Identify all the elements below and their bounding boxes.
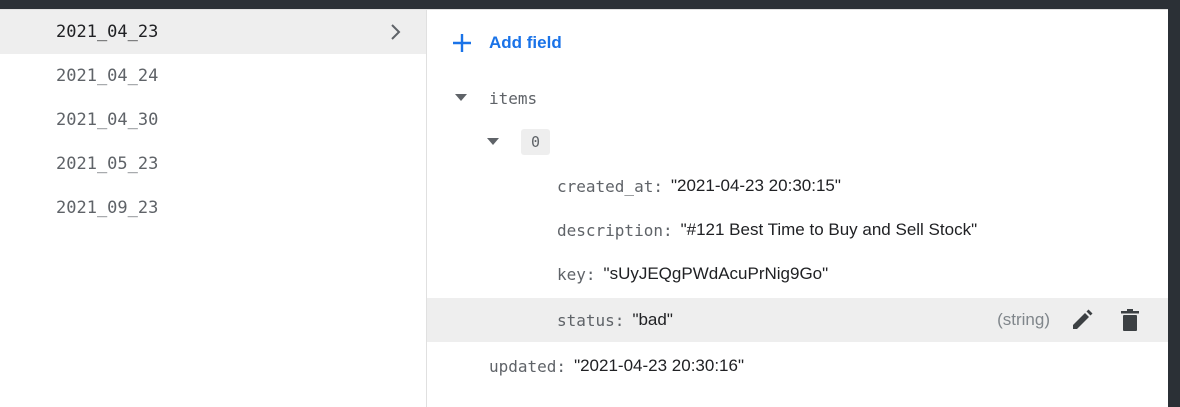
firestore-panel: 2021_04_23 2021_04_24 2021_04_30 2021_05… (0, 9, 1168, 407)
document-item-2021-09-23[interactable]: 2021_09_23 (0, 186, 426, 230)
document-item-2021-04-24[interactable]: 2021_04_24 (0, 54, 426, 98)
chevron-right-icon (391, 24, 401, 40)
field-key: description: (557, 220, 673, 240)
plus-icon (453, 34, 471, 52)
add-field-label: Add field (489, 33, 562, 52)
document-list: 2021_04_23 2021_04_24 2021_04_30 2021_05… (0, 10, 427, 407)
field-row-description[interactable]: description: "#121 Best Time to Buy and … (427, 208, 1168, 252)
scrollbar[interactable] (1168, 9, 1180, 406)
field-key: key: (557, 264, 596, 284)
caret-down-icon[interactable] (487, 138, 499, 146)
document-name: 2021_04_30 (56, 110, 159, 130)
field-row-items[interactable]: items (427, 76, 1168, 120)
field-key: created_at: (557, 176, 663, 196)
field-value: "2021-04-23 20:30:16" (574, 356, 744, 375)
field-value: "2021-04-23 20:30:15" (670, 176, 841, 195)
field-row-updated[interactable]: updated: "2021-04-23 20:30:16" (427, 344, 1168, 388)
document-item-2021-05-23[interactable]: 2021_05_23 (0, 142, 426, 186)
field-value: "sUyJEQgPWdAcuPrNig9Go" (603, 264, 829, 283)
array-index-chip: 0 (521, 129, 551, 155)
document-name: 2021_04_23 (56, 22, 159, 42)
field-row-created-at[interactable]: created_at: "2021-04-23 20:30:15" (427, 164, 1168, 208)
document-name: 2021_04_24 (56, 66, 159, 86)
field-panel: Add field items 0 created_at: "2021-04-2… (427, 10, 1168, 407)
add-field-button[interactable]: Add field (451, 28, 562, 58)
field-key-items: items (489, 88, 538, 108)
document-item-2021-04-30[interactable]: 2021_04_30 (0, 98, 426, 142)
trash-icon[interactable] (1118, 308, 1142, 332)
field-type-hint: (string) (997, 310, 1050, 329)
field-key: status: (557, 310, 625, 330)
field-key: updated: (489, 356, 567, 376)
field-row-index-0[interactable]: 0 (427, 120, 1168, 164)
document-name: 2021_09_23 (56, 198, 159, 218)
document-name: 2021_05_23 (56, 154, 159, 174)
field-row-key[interactable]: key: "sUyJEQgPWdAcuPrNig9Go" (427, 252, 1168, 296)
caret-down-icon[interactable] (455, 94, 467, 102)
field-value: "#121 Best Time to Buy and Sell Stock" (680, 220, 978, 239)
pencil-icon[interactable] (1070, 308, 1094, 332)
field-value: "bad" (632, 310, 673, 329)
document-item-2021-04-23[interactable]: 2021_04_23 (0, 10, 426, 54)
field-row-status[interactable]: status: "bad" (string) (427, 298, 1168, 342)
